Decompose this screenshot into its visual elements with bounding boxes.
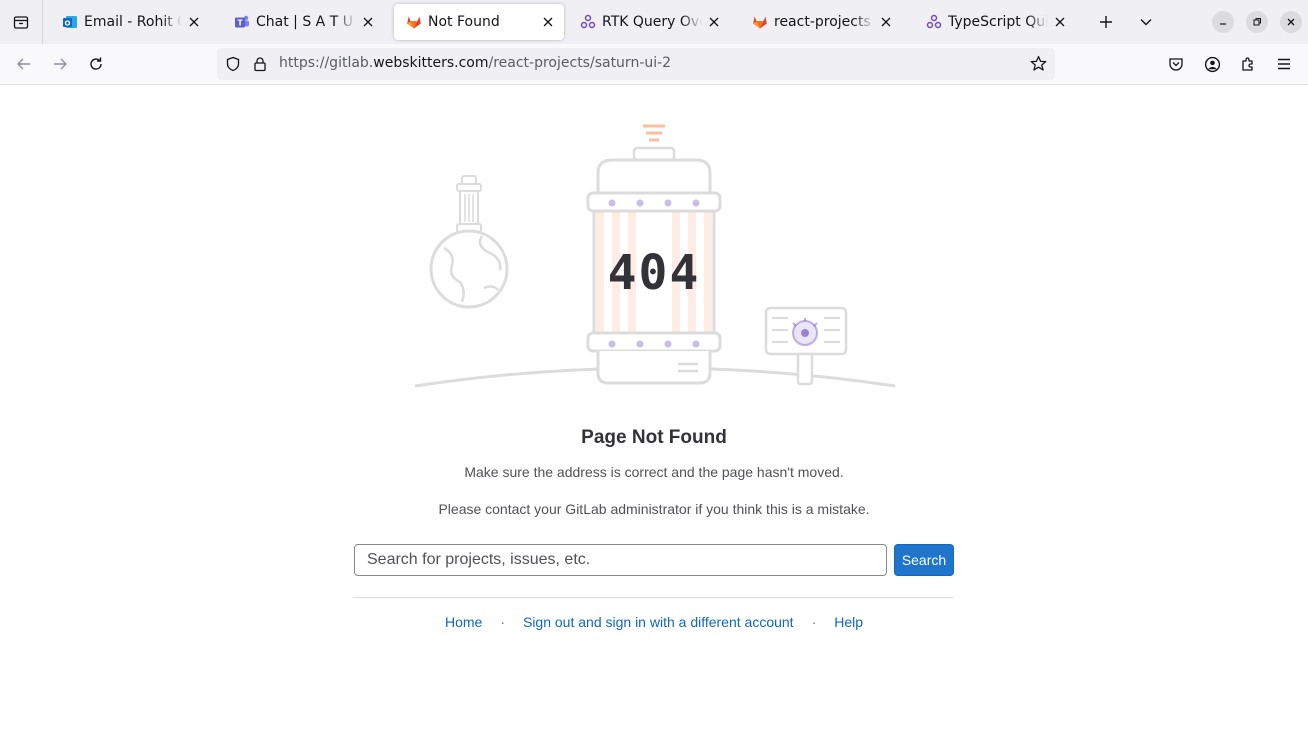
tab-title: Email - Rohit Goyal - Outlook bbox=[84, 14, 182, 30]
new-tab-button[interactable] bbox=[1094, 10, 1118, 34]
close-tab-icon[interactable] bbox=[360, 14, 376, 30]
tab-title: TypeScript Quick bbox=[948, 14, 1048, 30]
teams-icon: T bbox=[234, 14, 250, 30]
close-tab-icon[interactable] bbox=[540, 14, 556, 30]
home-link[interactable]: Home bbox=[445, 614, 482, 630]
reload-icon bbox=[90, 57, 102, 70]
redux-icon bbox=[580, 14, 596, 30]
lock-icon[interactable] bbox=[252, 56, 268, 76]
globe-lamp-illustration bbox=[429, 175, 509, 309]
tab-title: react-projects · GitLab bbox=[774, 14, 874, 30]
url-path: /react-projects/saturn-ui-2 bbox=[488, 55, 672, 71]
tab-title: RTK Query Overview bbox=[602, 14, 702, 30]
url-bar[interactable]: https://gitlab.webskitters.com/react-pro… bbox=[217, 48, 1055, 80]
tab-title: Not Found bbox=[428, 14, 500, 30]
close-tab-icon[interactable] bbox=[706, 14, 722, 30]
404-illustration: 404 bbox=[414, 124, 896, 388]
shield-icon[interactable] bbox=[225, 56, 241, 76]
error-code: 404 bbox=[608, 245, 701, 301]
reload-button[interactable] bbox=[84, 52, 108, 76]
arrow-right-icon bbox=[54, 58, 67, 70]
tab-overview-button[interactable] bbox=[0, 0, 43, 44]
gitlab-icon bbox=[406, 14, 422, 30]
error-message: Make sure the address is correct and the… bbox=[464, 464, 844, 480]
url-text[interactable]: https://gitlab.webskitters.com/react-pro… bbox=[279, 55, 671, 71]
tab-teams-chat[interactable]: T Chat | S A T U R N | Microsoft Teams bbox=[222, 4, 384, 40]
arrow-left-icon bbox=[17, 58, 30, 70]
close-icon bbox=[1287, 18, 1295, 26]
close-tab-icon[interactable] bbox=[186, 14, 202, 30]
redux-icon bbox=[926, 14, 942, 30]
tab-not-found[interactable]: Not Found bbox=[394, 4, 564, 40]
separator: · bbox=[500, 614, 505, 630]
outlook-icon: O bbox=[62, 14, 78, 30]
404-machine-illustration: 404 bbox=[586, 124, 722, 385]
svg-text:T: T bbox=[237, 19, 243, 28]
separator: · bbox=[811, 614, 817, 630]
navigation-toolbar: https://gitlab.webskitters.com/react-pro… bbox=[0, 44, 1308, 85]
forward-button[interactable] bbox=[48, 52, 72, 76]
search-input[interactable] bbox=[354, 544, 887, 576]
puzzle-icon bbox=[1242, 57, 1253, 71]
restore-button[interactable] bbox=[1246, 11, 1268, 33]
url-host: webskitters.com bbox=[373, 55, 489, 71]
page-title: Page Not Found bbox=[581, 427, 727, 448]
restore-icon bbox=[1253, 18, 1261, 26]
tab-react-projects[interactable]: react-projects · GitLab bbox=[740, 4, 902, 40]
chevron-down-icon bbox=[1140, 19, 1152, 26]
sign-out-link[interactable]: Sign out and sign in with a different ac… bbox=[523, 614, 794, 630]
divider bbox=[354, 597, 954, 598]
plus-icon bbox=[1100, 16, 1112, 28]
tab-typescript[interactable]: TypeScript Quick bbox=[914, 4, 1076, 40]
extensions-button[interactable] bbox=[1236, 52, 1260, 76]
close-tab-icon[interactable] bbox=[878, 14, 894, 30]
pocket-button[interactable] bbox=[1164, 52, 1188, 76]
back-button[interactable] bbox=[12, 52, 36, 76]
search-form: Search bbox=[354, 544, 954, 576]
tab-email[interactable]: O Email - Rohit Goyal - Outlook bbox=[50, 4, 210, 40]
menu-button[interactable] bbox=[1272, 52, 1296, 76]
url-prefix: https://gitlab. bbox=[279, 55, 374, 71]
search-button[interactable]: Search bbox=[894, 544, 954, 576]
list-all-tabs-icon bbox=[13, 16, 29, 29]
hamburger-menu-icon bbox=[1278, 58, 1290, 70]
account-button[interactable] bbox=[1200, 52, 1224, 76]
contact-message: Please contact your GitLab administrator… bbox=[438, 501, 870, 517]
close-tab-icon[interactable] bbox=[1052, 14, 1068, 30]
tab-rtk-query[interactable]: RTK Query Overview bbox=[568, 4, 730, 40]
list-tabs-button[interactable] bbox=[1134, 10, 1158, 34]
minimize-icon bbox=[1220, 23, 1226, 25]
tab-title: Chat | S A T U R N | Microsoft Teams bbox=[256, 14, 356, 30]
gitlab-icon bbox=[752, 14, 768, 30]
bookmark-star-icon[interactable] bbox=[1030, 55, 1047, 76]
minimize-button[interactable] bbox=[1212, 11, 1234, 33]
pocket-icon bbox=[1169, 58, 1183, 71]
account-icon bbox=[1204, 56, 1220, 72]
help-link[interactable]: Help bbox=[834, 614, 863, 630]
footer-links: Home · Sign out and sign in with a diffe… bbox=[0, 614, 1308, 630]
svg-text:O: O bbox=[65, 20, 71, 28]
close-window-button[interactable] bbox=[1280, 11, 1302, 33]
tab-bar: O Email - Rohit Goyal - Outlook T Chat |… bbox=[0, 0, 1308, 44]
